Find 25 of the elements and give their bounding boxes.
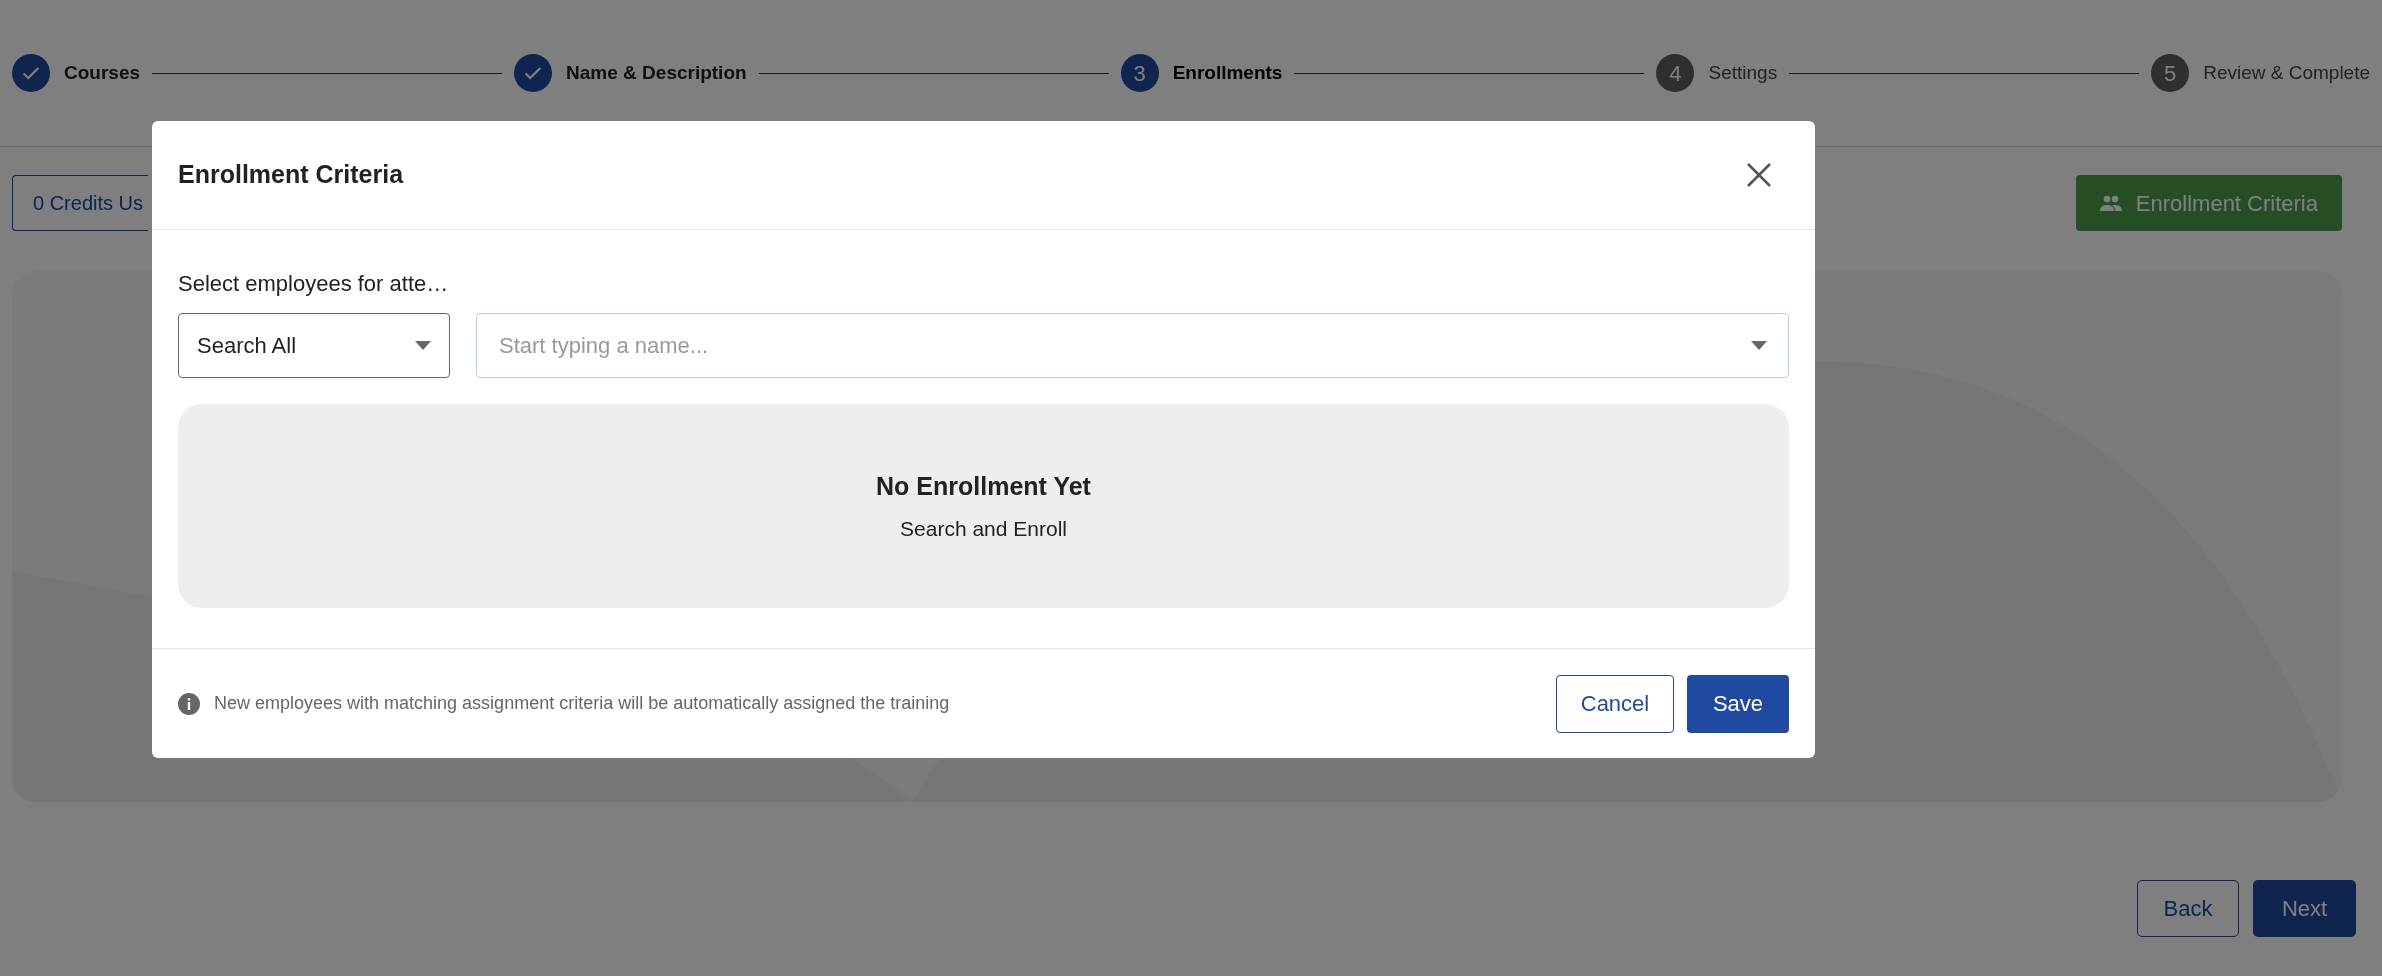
step-number: 3 (1120, 54, 1159, 92)
save-button[interactable]: Save (1687, 674, 1789, 733)
empty-state-subtitle: Search and Enroll (900, 516, 1067, 542)
modal-title: Enrollment Criteria (178, 159, 404, 191)
scope-select[interactable]: Search All (178, 313, 450, 378)
enrollment-criteria-button[interactable]: Enrollment Criteria (2075, 175, 2342, 231)
step-label: Review & Complete (2203, 60, 2370, 85)
step-label: Courses (64, 60, 141, 85)
people-icon (2099, 195, 2122, 211)
back-button[interactable]: Back (2137, 880, 2239, 937)
footer-note: New employees with matching assignment criteria will be automatically assigned the training (214, 692, 950, 715)
info-icon (178, 692, 200, 715)
field-label: Select employees for atte… (178, 270, 450, 298)
cancel-button[interactable]: Cancel (1556, 674, 1674, 733)
caret-icon (415, 341, 431, 350)
step-number: 4 (1656, 54, 1695, 92)
next-button[interactable]: Next (2253, 880, 2356, 937)
step-number: 5 (2151, 54, 2190, 92)
step-label: Name & Description (566, 60, 747, 85)
credits-button[interactable]: 0 Credits Us (12, 175, 148, 231)
name-search-field[interactable]: Start typing a name... (476, 313, 1789, 378)
step-label: Settings (1708, 60, 1778, 85)
step-label: Enrollments (1172, 60, 1283, 85)
empty-state-title: No Enrollment Yet (876, 470, 1091, 502)
caret-icon (1751, 341, 1767, 350)
